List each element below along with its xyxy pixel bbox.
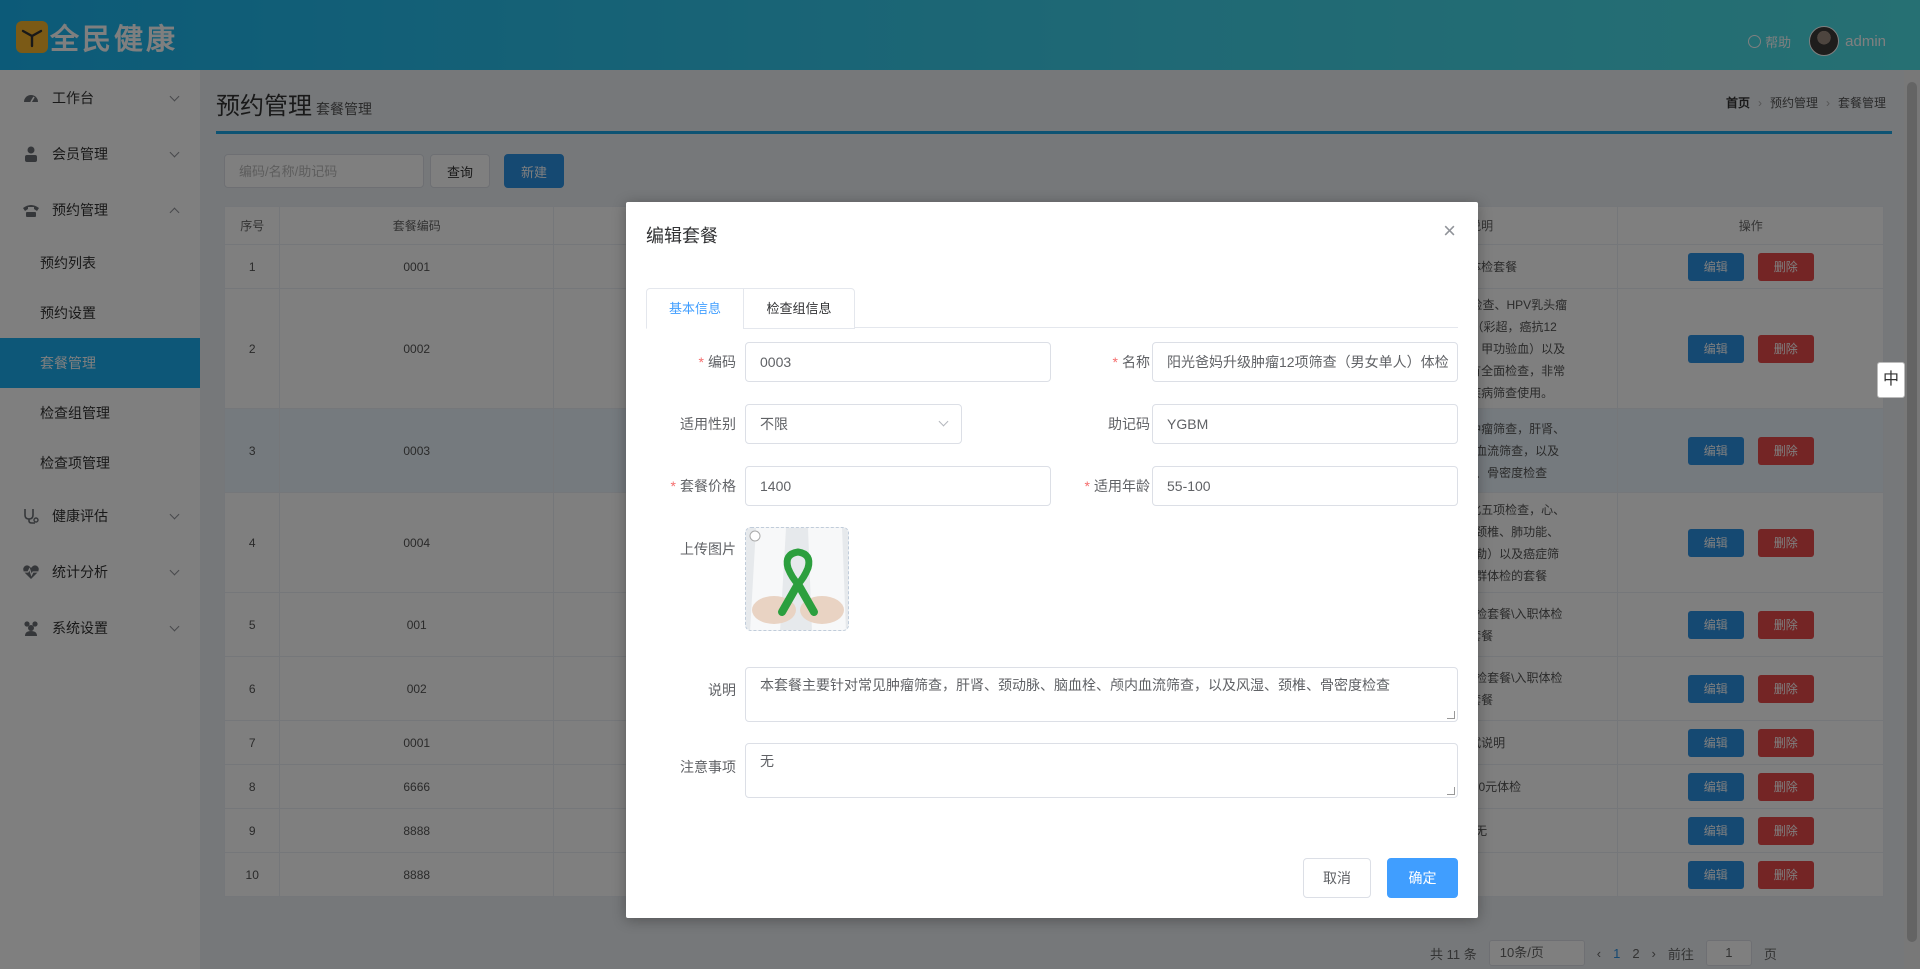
name-label: 名称	[1040, 352, 1150, 372]
attention-textarea[interactable]: 无	[745, 743, 1458, 798]
remark-textarea[interactable]: 本套餐主要针对常见肿瘤筛查，肝肾、颈动脉、脑血栓、颅内血流筛查，以及风湿、颈椎、…	[745, 667, 1458, 722]
ime-indicator[interactable]: 中	[1877, 362, 1905, 398]
dialog-tabs: 基本信息 检查组信息	[646, 288, 1458, 329]
price-label: 套餐价格	[626, 476, 736, 496]
edit-package-dialog: 编辑套餐 × 基本信息 检查组信息 编码 0003 名称 阳光爸妈升级肿瘤12项…	[626, 202, 1478, 918]
tab-checkgroup-info[interactable]: 检查组信息	[743, 288, 855, 329]
mnemonic-input[interactable]: YGBM	[1152, 404, 1458, 444]
age-input[interactable]: 55-100	[1152, 466, 1458, 506]
gender-label: 适用性别	[680, 416, 736, 432]
code-input[interactable]: 0003	[745, 342, 1051, 382]
code-label: 编码	[626, 352, 736, 372]
gender-select[interactable]: 不限	[745, 404, 962, 444]
tab-basic-info[interactable]: 基本信息	[646, 288, 744, 329]
cancel-button[interactable]: 取消	[1303, 858, 1371, 898]
name-input[interactable]: 阳光爸妈升级肿瘤12项筛查（男女单人）体检	[1152, 342, 1458, 382]
chevron-down-icon	[938, 416, 949, 427]
close-icon[interactable]: ×	[1443, 220, 1456, 242]
ribbon-image	[746, 528, 848, 630]
remark-value: 本套餐主要针对常见肿瘤筛查，肝肾、颈动脉、脑血栓、颅内血流筛查，以及风湿、颈椎、…	[760, 677, 1390, 693]
resize-handle[interactable]	[1447, 787, 1455, 795]
remark-label: 说明	[708, 682, 736, 698]
attention-value: 无	[760, 753, 774, 769]
attention-label: 注意事项	[680, 759, 736, 775]
gender-value: 不限	[760, 416, 788, 432]
resize-handle[interactable]	[1447, 711, 1455, 719]
confirm-button[interactable]: 确定	[1387, 858, 1458, 898]
package-image-uploader[interactable]	[745, 527, 849, 631]
dialog-title: 编辑套餐	[646, 226, 718, 246]
age-label: 适用年龄	[1040, 476, 1150, 496]
price-input[interactable]: 1400	[745, 466, 1051, 506]
mnemonic-label: 助记码	[1108, 416, 1150, 432]
upload-label: 上传图片	[680, 541, 736, 557]
